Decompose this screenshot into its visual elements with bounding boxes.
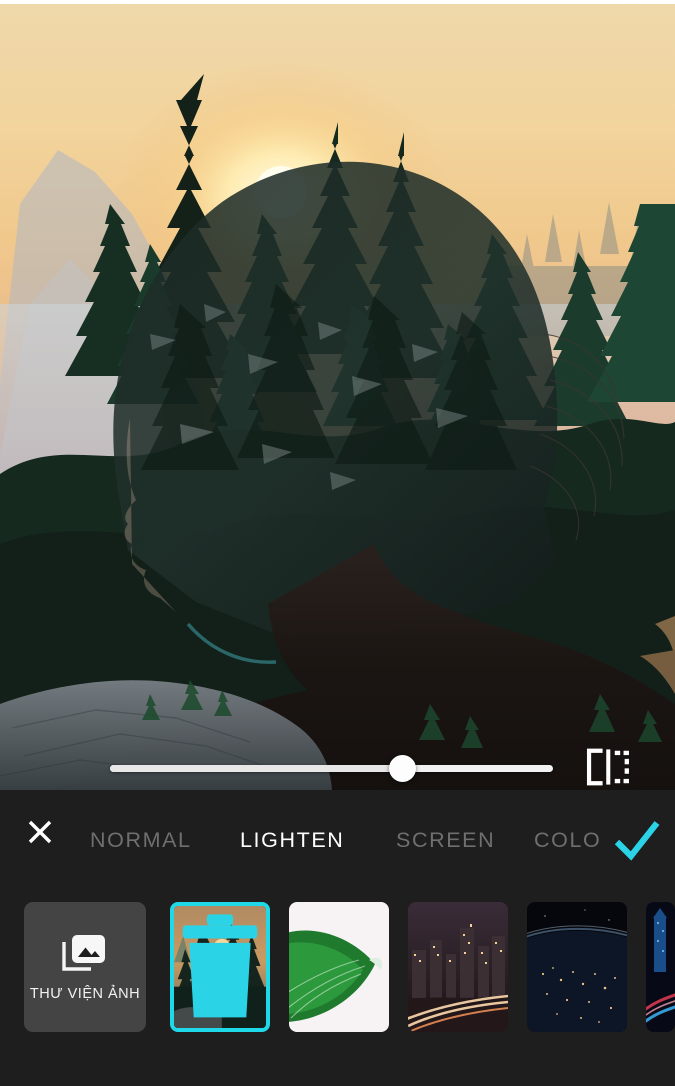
close-icon [28, 820, 52, 844]
blend-mode-screen[interactable]: SCREEN [396, 816, 495, 864]
double-exposure-artwork [0, 4, 675, 790]
thumbnail-forest-sunset[interactable] [170, 902, 270, 1032]
blend-mode-list[interactable]: NORMAL LIGHTEN SCREEN COLOR [68, 790, 675, 890]
blend-mode-bar: NORMAL LIGHTEN SCREEN COLOR [0, 790, 675, 890]
flip-horizontal-button[interactable] [585, 744, 631, 790]
thumbnail-image [289, 902, 389, 1032]
thumbnail-city-night[interactable] [408, 902, 508, 1032]
blend-mode-color[interactable]: COLOR [534, 816, 618, 864]
photo-canvas[interactable] [0, 4, 675, 790]
blend-mode-normal[interactable]: NORMAL [90, 816, 192, 864]
overlay-thumbnail-strip[interactable]: THƯ VIỆN ẢNH [0, 894, 675, 1054]
slider-track[interactable] [110, 765, 553, 772]
photo-editor-screen: NORMAL LIGHTEN SCREEN COLOR THƯ VIỆN ẢNH [0, 0, 675, 1086]
photo-library-icon [62, 934, 105, 971]
slider-fill [110, 765, 403, 772]
photo-library-button[interactable]: THƯ VIỆN ẢNH [24, 902, 146, 1032]
thumbnail-earth-from-space[interactable] [527, 902, 627, 1032]
thumbnail-image [527, 902, 627, 1032]
check-icon [614, 821, 660, 861]
opacity-slider[interactable] [0, 740, 675, 790]
trash-icon[interactable] [174, 906, 266, 1028]
blend-mode-lighten[interactable]: LIGHTEN [240, 816, 344, 864]
thumbnail-image [408, 902, 508, 1032]
photo-library-label: THƯ VIỆN ẢNH [29, 985, 141, 1002]
thumbnail-image [646, 902, 675, 1032]
thumbnail-green-leaf[interactable] [289, 902, 389, 1032]
editor-bottom-panel: NORMAL LIGHTEN SCREEN COLOR THƯ VIỆN ẢNH [0, 790, 675, 1086]
thumbnail-light-trails[interactable] [646, 902, 675, 1032]
confirm-button[interactable] [612, 815, 662, 865]
close-button[interactable] [20, 812, 60, 852]
flip-horizontal-icon [586, 748, 629, 786]
slider-handle[interactable] [388, 755, 416, 782]
